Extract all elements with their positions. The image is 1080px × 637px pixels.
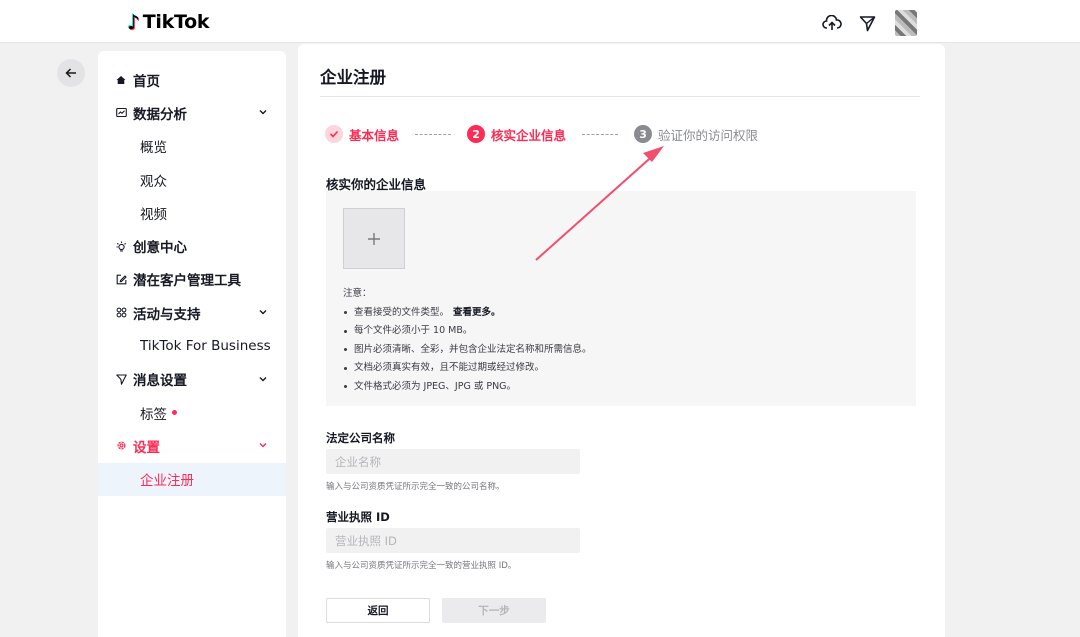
bullet	[344, 366, 347, 370]
sidebar-item-tags[interactable]: 标签	[98, 396, 286, 429]
send-icon	[115, 373, 127, 385]
sidebar-item-label: 潜在客户管理工具	[133, 273, 241, 290]
upload-area: 注意： 查看接受的文件类型。 查看更多。 每个文件必须小于 10 MB。 图片必…	[326, 191, 916, 406]
license-id-input[interactable]	[326, 528, 580, 553]
step-label: 基本信息	[349, 127, 400, 143]
step-basic-info[interactable]: 基本信息	[325, 125, 399, 144]
sidebar-item-label: 创意中心	[133, 240, 187, 257]
bullet	[344, 385, 347, 389]
tiktok-note-icon: ♪	[127, 10, 140, 34]
company-name-label: 法定公司名称	[326, 431, 395, 445]
page-title: 企业注册	[320, 68, 386, 87]
sidebar-item-label: 标签	[140, 406, 167, 423]
sidebar-item-business-registration[interactable]: 企业注册	[98, 462, 286, 496]
sidebar-item-audience[interactable]: 观众	[98, 163, 286, 196]
note-item: 图片必须清晰、全彩，并包含企业法定名称和所需信息。	[343, 341, 592, 360]
step-label: 验证你的访问权限	[658, 127, 759, 143]
tiktok-logo[interactable]: ♪ TikTok	[127, 10, 210, 34]
learn-more-link[interactable]: 查看更多。	[453, 304, 501, 323]
sidebar-item-creative-center[interactable]: 创意中心	[98, 229, 286, 262]
bullet	[344, 311, 347, 315]
sidebar-item-events-support[interactable]: 活动与支持	[98, 296, 286, 329]
bulb-icon	[115, 240, 127, 252]
notes-heading: 注意：	[343, 288, 372, 299]
stepper: 基本信息 2 核实企业信息 3 验证你的访问权限	[325, 124, 758, 144]
step-connector	[582, 133, 619, 135]
note-item: 查看接受的文件类型。 查看更多。	[343, 304, 592, 323]
top-bar: ♪ TikTok	[0, 0, 1080, 43]
company-name-input[interactable]	[326, 449, 580, 474]
arrow-left-icon	[65, 68, 76, 78]
sidebar-item-label: 消息设置	[133, 373, 187, 390]
sidebar-item-analytics[interactable]: 数据分析	[98, 96, 286, 129]
sidebar-item-label: 首页	[133, 73, 160, 90]
sidebar-item-home[interactable]: 首页	[98, 63, 286, 96]
note-text: 查看接受的文件类型。	[354, 306, 450, 318]
sidebar-item-settings[interactable]: 设置	[98, 429, 286, 462]
gear-icon	[115, 440, 127, 452]
note-item: 每个文件必须小于 10 MB。	[343, 322, 592, 341]
license-id-label: 营业执照 ID	[326, 510, 390, 524]
sidebar-item-label: 设置	[133, 439, 160, 456]
main-panel: 企业注册 基本信息 2 核实企业信息 3 验证你的访问权限 核实你的企业信息 注…	[298, 44, 945, 637]
back-step-button[interactable]: 返回	[326, 598, 430, 623]
check-icon	[325, 125, 343, 143]
chevron-down-icon	[259, 110, 267, 115]
chevron-down-icon	[259, 443, 267, 448]
grid-icon	[115, 307, 127, 319]
note-item: 文件格式必须为 JPEG、JPG 或 PNG。	[343, 378, 592, 397]
brand-name: TikTok	[142, 11, 210, 33]
notification-dot	[172, 410, 177, 416]
avatar[interactable]	[895, 10, 917, 36]
plus-icon	[368, 232, 380, 245]
upload-button[interactable]	[343, 208, 405, 269]
step-number: 3	[634, 125, 653, 143]
upload-notes: 注意： 查看接受的文件类型。 查看更多。 每个文件必须小于 10 MB。 图片必…	[343, 285, 592, 396]
note-item: 文档必须真实有效，且不能过期或经过修改。	[343, 359, 592, 378]
license-id-helper: 输入与公司资质凭证所示完全一致的营业执照 ID。	[326, 561, 517, 571]
sidebar-item-tiktok-for-business[interactable]: TikTok For Business	[98, 329, 286, 362]
company-name-helper: 输入与公司资质凭证所示完全一致的公司名称。	[326, 482, 505, 492]
note-text: 文档必须真实有效，且不能过期或经过修改。	[354, 362, 545, 373]
top-actions	[821, 10, 917, 36]
back-button[interactable]	[57, 59, 85, 87]
sidebar-item-overview[interactable]: 概览	[98, 130, 286, 163]
chevron-down-icon	[259, 376, 267, 382]
chart-icon	[115, 107, 127, 119]
next-step-button[interactable]: 下一步	[442, 598, 546, 623]
chevron-down-icon	[259, 310, 267, 315]
step-verify-access[interactable]: 3 验证你的访问权限	[634, 125, 758, 144]
sidebar-item-label: 活动与支持	[133, 306, 201, 323]
bullet	[344, 348, 347, 352]
sidebar-item-label: TikTok For Business	[140, 338, 271, 355]
sidebar-item-label: 企业注册	[140, 473, 194, 490]
note-text: 每个文件必须小于 10 MB。	[354, 325, 473, 336]
divider	[320, 96, 920, 97]
sidebar-item-lead-manager[interactable]: 潜在客户管理工具	[98, 263, 286, 296]
note-text: 图片必须清晰、全彩，并包含企业法定名称和所需信息。	[354, 343, 592, 355]
bullet	[344, 329, 347, 333]
sidebar-item-label: 数据分析	[133, 106, 187, 123]
cloud-upload-icon[interactable]	[821, 12, 843, 34]
note-text: 文件格式必须为 JPEG、JPG 或 PNG。	[354, 380, 517, 392]
edit-icon	[115, 273, 127, 285]
sidebar-item-videos[interactable]: 视频	[98, 196, 286, 229]
step-verify-business[interactable]: 2 核实企业信息	[467, 125, 566, 144]
send-icon[interactable]	[856, 12, 878, 34]
sidebar-item-label: 概览	[140, 140, 167, 157]
sidebar-item-label: 视频	[140, 206, 167, 223]
step-number: 2	[467, 125, 486, 143]
step-connector	[415, 133, 452, 135]
sidebar-item-message-settings[interactable]: 消息设置	[98, 363, 286, 396]
sidebar: 首页 数据分析 概览 观众 视频 创意中心 潜在客户管理工具 活动与支持 Tik…	[98, 51, 286, 637]
sidebar-item-label: 观众	[140, 173, 167, 190]
home-icon	[115, 74, 127, 86]
step-label: 核实企业信息	[491, 127, 567, 143]
